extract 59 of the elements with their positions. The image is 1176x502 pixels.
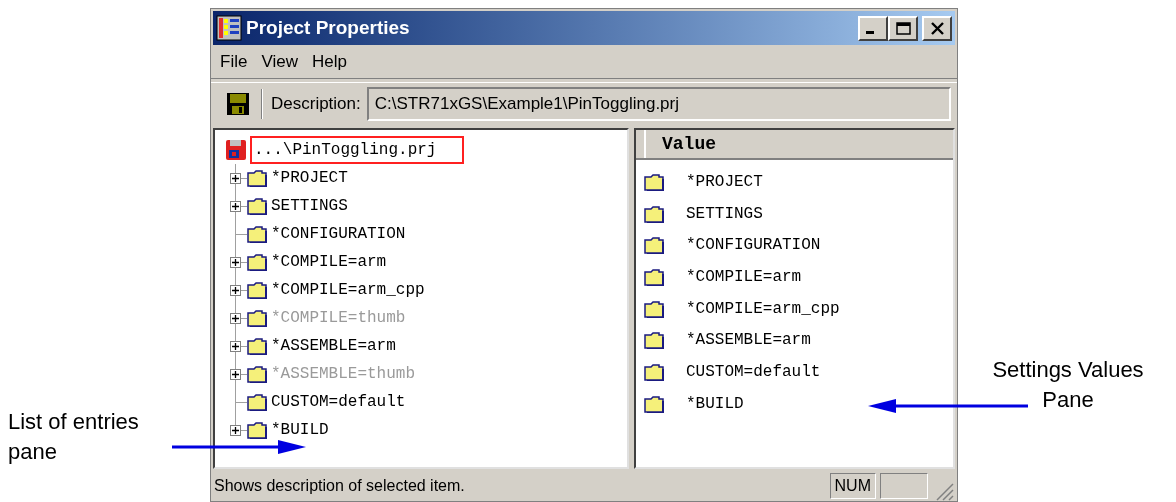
tree-item[interactable]: *COMPILE=arm — [271, 250, 387, 274]
minimize-button[interactable] — [858, 15, 888, 41]
folder-icon — [247, 393, 267, 411]
menu-item[interactable]: File — [216, 48, 252, 75]
tree-item[interactable]: *PROJECT — [271, 166, 348, 190]
expand-icon[interactable] — [230, 425, 241, 436]
folder-icon — [644, 204, 664, 223]
folder-icon — [247, 365, 267, 383]
folder-icon — [247, 225, 267, 243]
folder-icon — [644, 172, 664, 191]
folder-icon — [247, 337, 267, 355]
menu-item[interactable]: Help — [307, 48, 351, 75]
value-item[interactable]: CUSTOM=default — [686, 359, 821, 384]
folder-icon — [644, 299, 664, 318]
folder-icon — [644, 362, 664, 381]
tree-item[interactable]: *COMPILE=arm_cpp — [271, 278, 425, 302]
folder-icon — [247, 421, 267, 439]
folder-icon — [247, 309, 267, 327]
folder-icon — [247, 169, 267, 187]
maximize-icon — [893, 19, 913, 37]
folder-icon — [644, 267, 664, 286]
annotation-label: Settings Values Pane — [991, 356, 1145, 414]
value-item[interactable]: SETTINGS — [686, 201, 763, 226]
expand-icon[interactable] — [230, 285, 241, 296]
value-item[interactable]: *ASSEMBLE=arm — [686, 328, 811, 353]
num-indicator: NUM — [829, 473, 876, 499]
tree-item[interactable]: SETTINGS — [271, 194, 348, 218]
folder-icon — [247, 281, 267, 299]
tree-item[interactable]: CUSTOM=default — [271, 390, 406, 414]
value-item[interactable]: *BUILD — [686, 391, 744, 416]
menu-item[interactable]: View — [257, 48, 302, 75]
folder-icon — [644, 236, 664, 255]
minimize-icon — [866, 30, 874, 34]
value-item[interactable]: *COMPILE=arm — [686, 264, 802, 289]
value-item[interactable]: *PROJECT — [686, 169, 763, 194]
app-icon — [216, 15, 242, 41]
expand-icon[interactable] — [230, 257, 241, 268]
value-item[interactable]: *CONFIGURATION — [686, 233, 821, 258]
expand-icon[interactable] — [230, 173, 241, 184]
status-text: Shows description of selected item. — [214, 476, 466, 496]
folder-icon — [247, 253, 267, 271]
description-label: Description: — [271, 92, 361, 115]
status-panel — [880, 473, 928, 499]
description-field[interactable]: C:\STR71xGS\Example1\PinToggling.prj — [366, 86, 951, 121]
column-header[interactable]: Value — [662, 130, 716, 158]
maximize-button[interactable] — [888, 15, 918, 41]
close-button[interactable] — [922, 15, 952, 41]
tree-item[interactable]: *CONFIGURATION — [271, 222, 406, 246]
annotation-label: List of entries pane — [8, 408, 139, 466]
window-title: Project Properties — [246, 15, 410, 40]
expand-icon[interactable] — [230, 201, 241, 212]
folder-icon — [247, 197, 267, 215]
folder-icon — [644, 331, 664, 350]
expand-icon[interactable] — [230, 341, 241, 352]
tree-root-label[interactable]: ...\PinToggling.prj — [250, 136, 465, 164]
tree-item[interactable]: *ASSEMBLE=arm — [271, 334, 396, 358]
tree-item[interactable]: *BUILD — [271, 418, 329, 442]
value-item[interactable]: *COMPILE=arm_cpp — [686, 296, 840, 321]
folder-icon — [644, 394, 664, 413]
